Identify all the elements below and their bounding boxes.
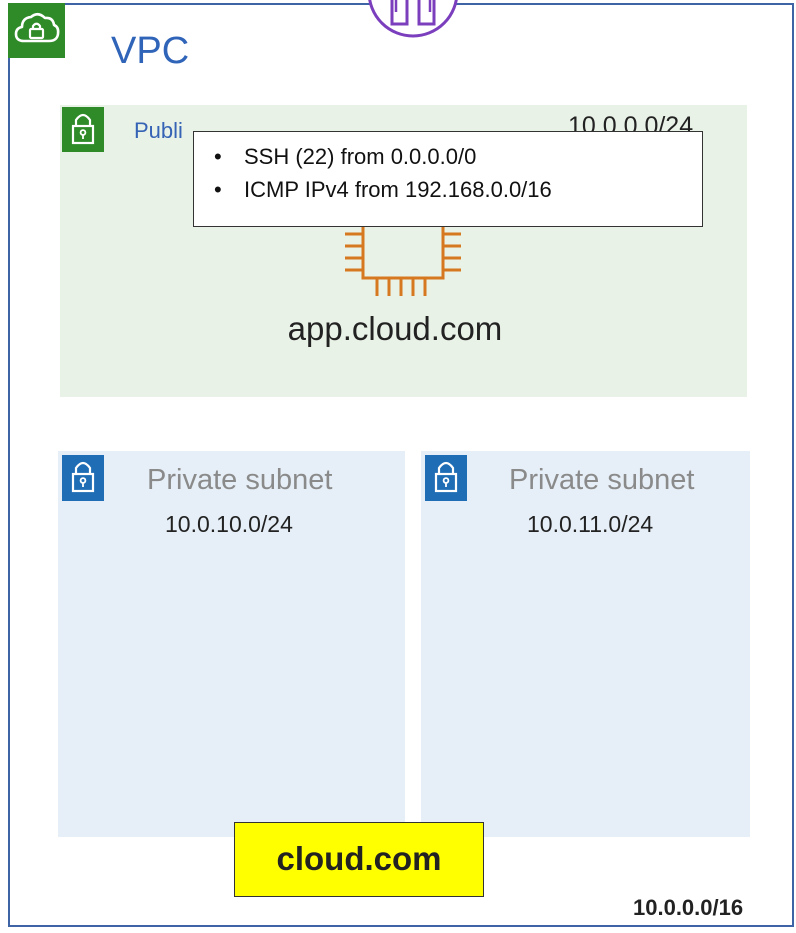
- private-subnet-name: Private subnet: [509, 464, 695, 496]
- vpc-label: VPC: [111, 30, 190, 72]
- instance-name: app.cloud.com: [287, 310, 503, 347]
- lock-icon: [434, 461, 458, 493]
- private-subnet-2: [421, 451, 750, 837]
- private-subnet-name: Private subnet: [147, 464, 333, 496]
- vpc-badge: [8, 3, 65, 58]
- public-subnet-badge: [62, 107, 104, 152]
- lock-icon: [71, 461, 95, 493]
- rule-item: ICMP IPv4 from 192.168.0.0/16: [214, 173, 702, 206]
- private-subnet-cidr: 10.0.10.0/24: [165, 511, 293, 537]
- private-subnet-1: [58, 451, 405, 837]
- private-subnet-badge: [62, 455, 104, 501]
- lock-icon: [71, 113, 95, 145]
- hosted-zone-label: cloud.com: [234, 822, 484, 897]
- internet-gateway-icon: [368, 0, 458, 38]
- private-subnet-cidr: 10.0.11.0/24: [527, 511, 654, 537]
- public-subnet-name: Publi: [134, 118, 183, 143]
- rule-item: SSH (22) from 0.0.0.0/0: [214, 140, 702, 173]
- vpc-cidr: 10.0.0.0/16: [633, 895, 744, 920]
- cloud-lock-icon: [14, 12, 60, 43]
- security-group-rules: SSH (22) from 0.0.0.0/0 ICMP IPv4 from 1…: [193, 131, 703, 227]
- private-subnet-badge: [425, 455, 467, 501]
- ec2-instance-icon: [345, 216, 461, 296]
